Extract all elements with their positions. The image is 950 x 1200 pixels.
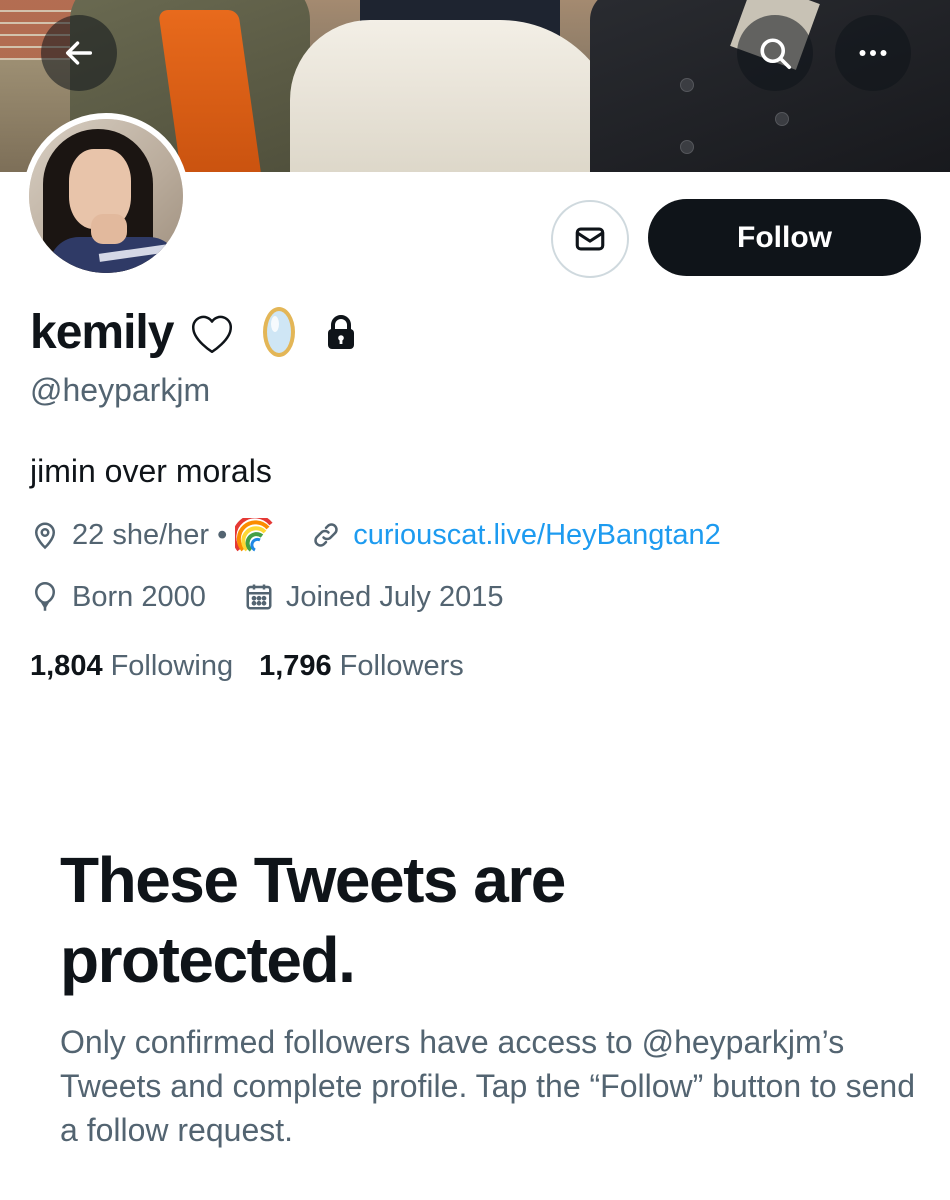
profile-meta-row: 22 she/her • curiouscat.live/HeyBangtan2 [30,518,721,552]
avatar[interactable] [23,113,189,279]
location-item: 22 she/her • [30,518,275,552]
balloon-icon [34,581,56,611]
back-arrow-icon [65,41,93,65]
mirror-emoji-icon [263,307,296,357]
search-button[interactable] [737,15,813,91]
calendar-icon [246,584,272,610]
follow-counts: 1,804 Following 1,796 Followers [30,650,464,683]
profile-meta-row-2: Born 2000 Joined July 2015 [30,580,503,614]
back-button[interactable] [41,15,117,91]
banner-coat-button [680,140,694,154]
rainbow-emoji-icon [235,518,273,552]
message-button[interactable] [551,200,629,278]
handle: @heyparkjm [30,372,211,408]
more-button[interactable] [835,15,911,91]
birthday-item: Born 2000 [30,580,206,614]
mail-icon [575,227,605,251]
location-text: 22 she/her • [72,518,228,551]
protected-title: These Tweets are protected. [60,844,566,996]
banner-white-puffer [290,20,620,172]
search-icon [760,38,792,70]
joined-text: Joined July 2015 [285,580,504,613]
follow-button[interactable]: Follow [648,199,921,276]
link-icon [314,523,338,547]
followers-link[interactable]: 1,796 Followers [259,650,464,683]
banner-coat-button [775,112,789,126]
following-count: 1,804 [30,650,103,682]
location-pin-icon [34,522,56,550]
lock-icon [328,315,355,349]
heart-icon [192,315,233,354]
banner-coat-button [680,78,694,92]
protected-description: Only confirmed followers have access to … [60,1024,915,1148]
more-icon [859,50,887,56]
bio: jimin over morals [30,453,272,489]
followers-count: 1,796 [259,650,332,682]
display-name: kemily [30,305,174,359]
following-link[interactable]: 1,804 Following [30,650,233,683]
birthday-text: Born 2000 [72,580,206,613]
followers-label: Followers [339,650,464,682]
display-name-row: kemily [30,300,357,364]
website-item[interactable]: curiouscat.live/HeyBangtan2 [311,519,721,552]
following-label: Following [110,650,234,682]
joined-item: Joined July 2015 [244,580,504,614]
website-link[interactable]: curiouscat.live/HeyBangtan2 [353,519,721,552]
avatar-hand [91,214,127,244]
